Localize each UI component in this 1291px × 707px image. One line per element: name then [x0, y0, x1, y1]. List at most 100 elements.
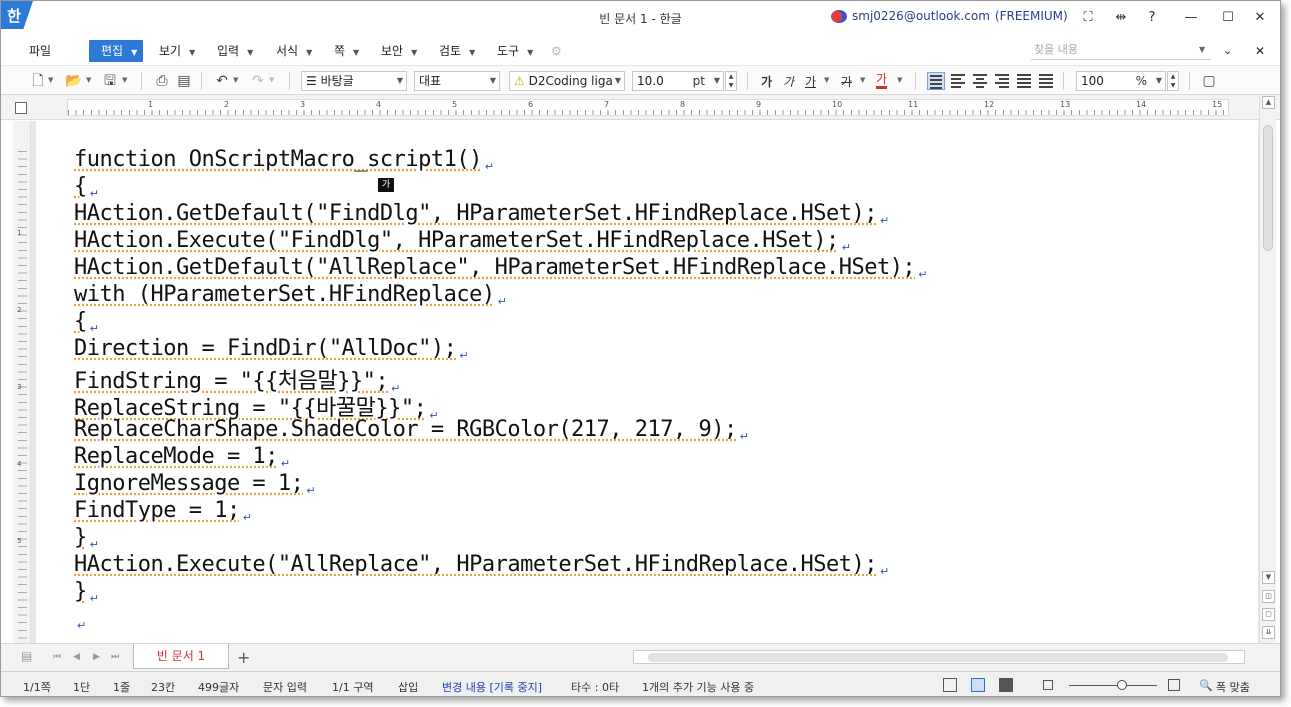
code-line[interactable]: HAction.Execute("FindDlg", HParameterSet…	[74, 228, 851, 254]
minimize-button[interactable]: —	[1182, 9, 1200, 27]
scroll-down-button[interactable]: ▼	[1262, 571, 1275, 584]
font-language-select[interactable]: 대표 ▼	[414, 71, 500, 91]
underline-button[interactable]: 가	[805, 73, 816, 90]
next-tab-icon[interactable]: ▶	[93, 652, 100, 662]
zoom-slider-knob[interactable]	[1117, 680, 1127, 690]
scroll-thumb[interactable]	[1263, 125, 1273, 251]
vertical-scrollbar[interactable]: ▲ ▼ ◫ ▢ ⇊	[1259, 95, 1276, 643]
code-line[interactable]: with (HParameterSet.HFindReplace) ↵	[74, 282, 507, 308]
align-right-button[interactable]	[993, 72, 1011, 90]
menu-format[interactable]: 서식 ▼	[276, 40, 312, 62]
status-input-mode[interactable]: 문자 입력	[263, 679, 307, 695]
code-line[interactable]: {↵	[74, 174, 99, 200]
horizontal-scroll-thumb[interactable]	[648, 653, 1228, 662]
code-line[interactable]: HAction.GetDefault("FindDlg", HParameter…	[74, 201, 889, 227]
zoom-out-icon[interactable]	[1043, 680, 1053, 690]
redo-icon[interactable]: ↷	[249, 72, 267, 90]
chevron-down-icon[interactable]: ▼	[86, 76, 91, 84]
menu-edit[interactable]: 편집 ▼	[89, 40, 144, 62]
status-addons[interactable]: 1개의 추가 기능 사용 중	[642, 679, 754, 695]
code-line[interactable]: HAction.GetDefault("AllReplace", HParame…	[74, 255, 927, 281]
chevron-down-icon[interactable]: ▼	[122, 76, 127, 84]
distribute-button[interactable]	[1015, 72, 1033, 90]
scroll-up-button[interactable]: ▲	[1262, 96, 1275, 109]
open-folder-icon[interactable]: 📂	[65, 72, 83, 90]
next-page-icon[interactable]: ⇊	[1262, 626, 1275, 639]
chevron-down-icon[interactable]: ▼	[1199, 45, 1205, 54]
menu-view[interactable]: 보기 ▼	[159, 40, 195, 62]
new-document-icon[interactable]: 🗋	[29, 72, 47, 90]
align-justify-button[interactable]	[927, 72, 945, 90]
zoom-input[interactable]: 100 % ▼	[1076, 71, 1166, 91]
maximize-button[interactable]: ☐	[1219, 9, 1237, 27]
ribbon-collapse-icon[interactable]: ⌄	[1223, 40, 1232, 62]
last-tab-icon[interactable]: ⏭	[111, 652, 119, 662]
chevron-down-icon[interactable]: ▼	[48, 76, 53, 84]
code-line[interactable]: function OnScriptMacro_script1() ↵	[74, 147, 494, 173]
tab-document-1[interactable]: 빈 문서 1	[133, 644, 229, 669]
print-icon[interactable]: ⎙	[153, 72, 171, 90]
normal-view-icon[interactable]	[943, 678, 957, 692]
code-line[interactable]: {↵	[74, 309, 99, 335]
save-icon[interactable]: 🖫	[101, 72, 119, 90]
menu-tools[interactable]: 도구 ▼	[497, 40, 533, 62]
fullscreen-icon[interactable]: ⛶	[1079, 9, 1097, 27]
document-area[interactable]: 가 function OnScriptMacro_script1() ↵{↵ HAc…	[31, 121, 1259, 643]
font-size-stepper[interactable]: ▲ ▼	[725, 71, 737, 91]
account-info[interactable]: smj0226@outlook.com (FREEMIUM)	[831, 9, 1068, 23]
menu-page[interactable]: 쪽 ▼	[334, 40, 359, 62]
align-left-button[interactable]	[949, 72, 967, 90]
layout-toggle-icon[interactable]: ⇹	[1112, 9, 1130, 27]
document-page[interactable]: 가 function OnScriptMacro_script1() ↵{↵ HAc…	[36, 121, 1258, 643]
style-select[interactable]: ☰ 바탕글 ▼	[301, 71, 407, 91]
code-line[interactable]: Direction = FindDir("AllDoc"); ↵	[74, 336, 469, 362]
preview-icon[interactable]: ▤	[175, 72, 193, 90]
toolbar-more-icon[interactable]: ▢	[1200, 72, 1218, 90]
code-line[interactable]: FindType = 1; ↵	[74, 498, 252, 524]
fit-width-button[interactable]: 폭 맞춤	[1216, 679, 1250, 695]
page-nav-icon[interactable]: ▢	[1262, 608, 1275, 621]
tab-type-selector[interactable]	[15, 102, 27, 114]
app-logo-icon[interactable]: 한	[1, 1, 33, 29]
zoom-in-icon[interactable]	[1168, 679, 1180, 691]
vertical-ruler[interactable]: 1 2 3 4 5	[13, 121, 31, 643]
add-tab-icon[interactable]: +	[237, 648, 250, 667]
menu-insert[interactable]: 입력 ▼	[217, 40, 253, 62]
help-button[interactable]: ?	[1143, 9, 1161, 27]
status-page[interactable]: 1/1쪽	[23, 679, 51, 695]
chevron-down-icon[interactable]: ▼	[824, 76, 829, 84]
prev-page-icon[interactable]: ◫	[1262, 590, 1275, 603]
chevron-down-icon[interactable]: ▼	[269, 76, 274, 84]
zoom-slider[interactable]	[1069, 685, 1157, 686]
italic-button[interactable]: 가	[783, 73, 794, 90]
code-line[interactable]: ↵	[74, 606, 86, 632]
align-center-button[interactable]	[971, 72, 989, 90]
code-line[interactable]: ReplaceMode = 1; ↵	[74, 444, 290, 470]
tab-list-icon[interactable]: ▤	[21, 649, 32, 663]
first-tab-icon[interactable]: ⏮	[53, 652, 61, 662]
divide-button[interactable]	[1037, 72, 1055, 90]
chevron-down-icon[interactable]: ▼	[860, 76, 865, 84]
find-input[interactable]: 찾을 내용	[1031, 40, 1211, 60]
full-view-icon[interactable]	[999, 678, 1013, 692]
menu-security[interactable]: 보안 ▼	[381, 40, 417, 62]
bold-button[interactable]: 가	[761, 73, 772, 90]
search-icon[interactable]: 🔍	[1199, 679, 1213, 692]
page-view-icon[interactable]	[971, 678, 985, 692]
addon-icon[interactable]: ⚙	[551, 40, 562, 62]
status-insert[interactable]: 삽입	[398, 679, 418, 695]
menu-review[interactable]: 검토 ▼	[439, 40, 475, 62]
code-line[interactable]: IgnoreMessage = 1; ↵	[74, 471, 316, 497]
undo-icon[interactable]: ↶	[213, 72, 231, 90]
horizontal-scrollbar[interactable]	[633, 650, 1245, 664]
status-track-changes[interactable]: 변경 내용 [기록 중지]	[442, 679, 542, 695]
code-line[interactable]: } ↵	[74, 525, 99, 551]
code-line[interactable]: HAction.Execute("AllReplace", HParameter…	[74, 552, 889, 578]
font-color-button[interactable]: 가	[876, 73, 888, 89]
strikethrough-button[interactable]: 가	[841, 73, 852, 90]
horizontal-ruler[interactable]: 1 2 3 4 5 6 7 8 9 10 11 12 13 14 15	[67, 99, 1229, 116]
menu-file[interactable]: 파일	[29, 40, 51, 62]
code-line[interactable]: ReplaceCharShape.ShadeColor = RGBColor(2…	[74, 417, 749, 443]
close-button[interactable]: ✕	[1251, 9, 1269, 27]
font-size-input[interactable]: 10.0 pt ▼	[632, 71, 724, 91]
